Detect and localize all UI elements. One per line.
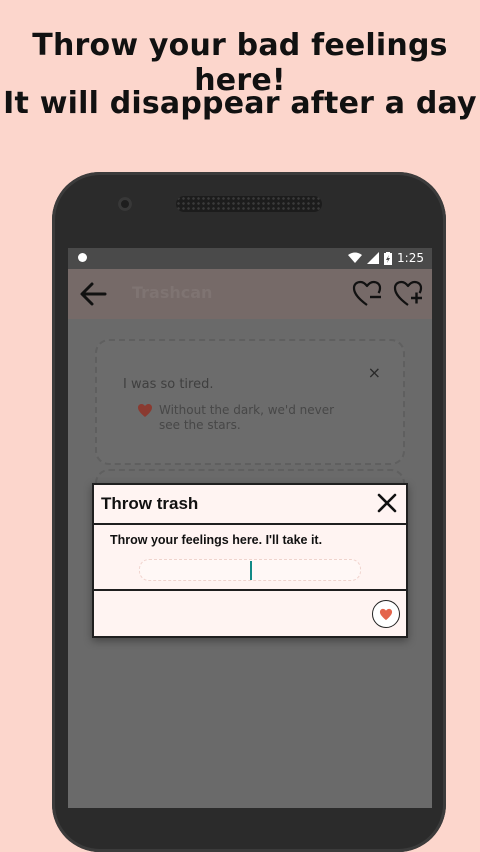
dialog-header: Throw trash xyxy=(94,485,406,525)
battery-charging-icon xyxy=(384,251,393,265)
trash-card: × I was so tired. Without the dark, we'd… xyxy=(95,339,405,465)
promo-line-2: It will disappear after a day xyxy=(3,86,477,121)
app-title: Trashcan xyxy=(132,283,213,302)
dialog-prompt: Throw your feelings here. I'll take it. xyxy=(110,533,323,547)
heart-icon xyxy=(138,404,152,417)
status-icons: 1:25 xyxy=(348,251,424,265)
notification-dot-icon xyxy=(78,253,87,262)
wifi-icon xyxy=(348,252,363,263)
dialog-title: Throw trash xyxy=(101,494,199,513)
back-arrow-icon[interactable] xyxy=(78,280,108,308)
card-text: I was so tired. xyxy=(123,377,214,392)
clock: 1:25 xyxy=(397,251,424,265)
card-close-button[interactable]: × xyxy=(368,363,381,382)
close-icon[interactable] xyxy=(376,492,398,514)
throw-trash-dialog: Throw trash Throw your feelings here. I'… xyxy=(92,483,408,638)
dialog-footer xyxy=(94,591,406,636)
heart-icon xyxy=(379,608,393,620)
card-reply: Without the dark, we'd never see the sta… xyxy=(137,403,349,433)
app-bar: Trashcan xyxy=(68,269,432,319)
heart-minus-icon[interactable] xyxy=(352,280,382,308)
status-bar: 1:25 xyxy=(68,248,432,269)
text-cursor xyxy=(250,561,252,580)
speaker-grille xyxy=(176,196,322,212)
camera-icon xyxy=(118,197,132,211)
heart-plus-icon[interactable] xyxy=(393,280,423,308)
dialog-body: Throw your feelings here. I'll take it. xyxy=(94,525,406,591)
signal-icon xyxy=(367,252,380,264)
submit-heart-button[interactable] xyxy=(372,600,400,628)
card-reply-text: Without the dark, we'd never see the sta… xyxy=(159,403,335,432)
